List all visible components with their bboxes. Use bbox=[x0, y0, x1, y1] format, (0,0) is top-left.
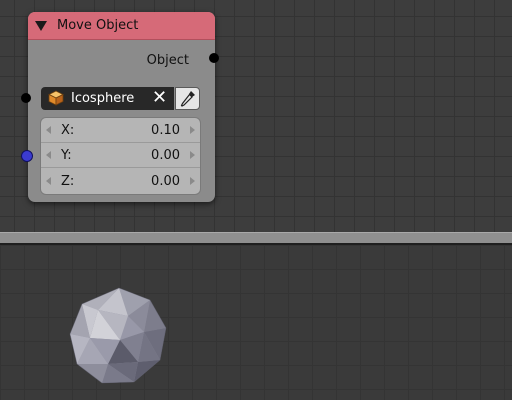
vector-x-value: 0.10 bbox=[151, 123, 180, 138]
vector-x-label: X: bbox=[61, 123, 75, 138]
node-title: Move Object bbox=[57, 18, 139, 33]
vector-x-field[interactable]: X: 0.10 bbox=[41, 118, 200, 143]
vector-y-field[interactable]: Y: 0.00 bbox=[41, 143, 200, 168]
vector-z-value: 0.00 bbox=[151, 174, 180, 189]
collapse-triangle-icon[interactable] bbox=[35, 21, 47, 31]
vector-input-socket[interactable] bbox=[21, 150, 33, 162]
vector-input[interactable]: X: 0.10 Y: 0.00 Z: 0.00 bbox=[40, 117, 201, 195]
icosphere-object[interactable] bbox=[68, 286, 170, 386]
increment-arrow-icon[interactable] bbox=[190, 177, 195, 185]
area-split-handle[interactable] bbox=[0, 232, 512, 245]
vector-y-value: 0.00 bbox=[151, 148, 180, 163]
increment-arrow-icon[interactable] bbox=[190, 126, 195, 134]
decrement-arrow-icon[interactable] bbox=[46, 151, 51, 159]
node-editor-canvas[interactable]: Move Object Object Icosphere ✕ X: 0.10 Y… bbox=[0, 0, 512, 232]
vector-y-label: Y: bbox=[61, 148, 72, 163]
object-input-socket[interactable] bbox=[21, 93, 31, 103]
object-name: Icosphere bbox=[71, 91, 135, 106]
output-object-label: Object bbox=[146, 53, 189, 68]
object-field[interactable]: Icosphere ✕ bbox=[41, 87, 174, 110]
node-header[interactable]: Move Object bbox=[28, 12, 215, 40]
close-icon[interactable]: ✕ bbox=[152, 88, 167, 108]
vector-z-field[interactable]: Z: 0.00 bbox=[41, 169, 200, 194]
decrement-arrow-icon[interactable] bbox=[46, 126, 51, 134]
vector-z-label: Z: bbox=[61, 174, 75, 189]
eyedropper-button[interactable] bbox=[175, 87, 200, 110]
object-output-socket[interactable] bbox=[209, 53, 219, 63]
decrement-arrow-icon[interactable] bbox=[46, 177, 51, 185]
eyedropper-icon bbox=[180, 91, 195, 107]
cube-icon bbox=[48, 90, 64, 106]
increment-arrow-icon[interactable] bbox=[190, 151, 195, 159]
